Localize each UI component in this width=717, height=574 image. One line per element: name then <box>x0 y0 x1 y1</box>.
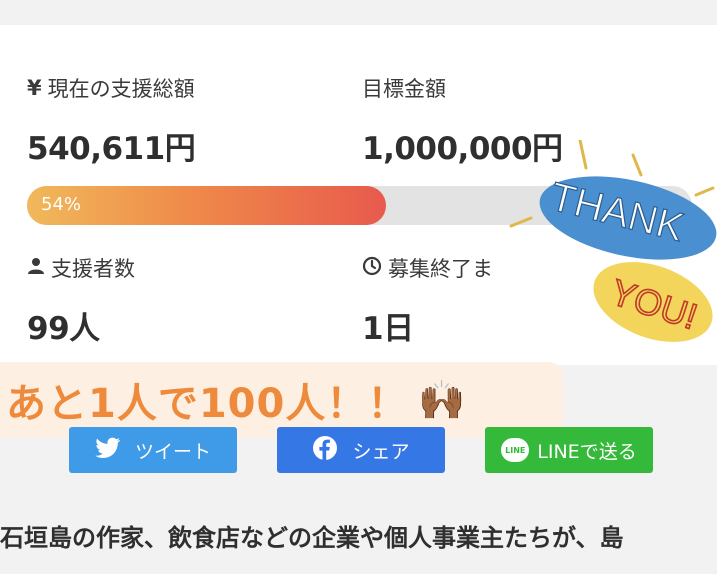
thank-you-sticker: THANK YOU! <box>509 140 717 342</box>
supporters-label: 支援者数 <box>27 253 135 283</box>
clock-icon <box>362 256 382 281</box>
banner-text: あと1人で100人！！ <box>6 381 409 427</box>
progress-percent-text: 54% <box>41 194 82 215</box>
twitter-bird-icon <box>95 437 121 464</box>
facebook-icon <box>312 435 338 466</box>
line-share-button[interactable]: LINE LINEで送る <box>485 427 653 473</box>
facebook-share-button[interactable]: シェア <box>277 427 445 473</box>
tweet-button-label: ツイート <box>134 440 211 463</box>
tweet-button[interactable]: ツイート <box>69 427 237 473</box>
total-amount-value: 540,611円 <box>27 131 196 167</box>
project-description: 石垣島の作家、飲食店などの企業や個人事業主たちが、島 <box>0 524 624 552</box>
goal-amount-label: 目標金額 <box>362 73 446 103</box>
facebook-share-label: シェア <box>352 440 410 463</box>
yen-icon: ¥ <box>27 76 42 100</box>
goal-amount-label-text: 目標金額 <box>362 77 446 101</box>
person-icon <box>27 256 45 280</box>
deadline-label-text: 募集終了ま <box>388 257 493 281</box>
deadline-label: 募集終了ま <box>362 253 493 283</box>
deadline-value: 1日 <box>362 311 414 347</box>
line-icon: LINE <box>501 438 530 462</box>
total-amount-label: ¥ 現在の支援総額 <box>27 73 195 103</box>
raised-hands-icon: 🙌🏾 <box>418 377 466 422</box>
total-amount-label-text: 現在の支援総額 <box>47 77 195 101</box>
line-share-label: LINEで送る <box>537 440 637 463</box>
supporters-value: 99人 <box>27 311 100 347</box>
supporters-label-text: 支援者数 <box>51 257 135 281</box>
